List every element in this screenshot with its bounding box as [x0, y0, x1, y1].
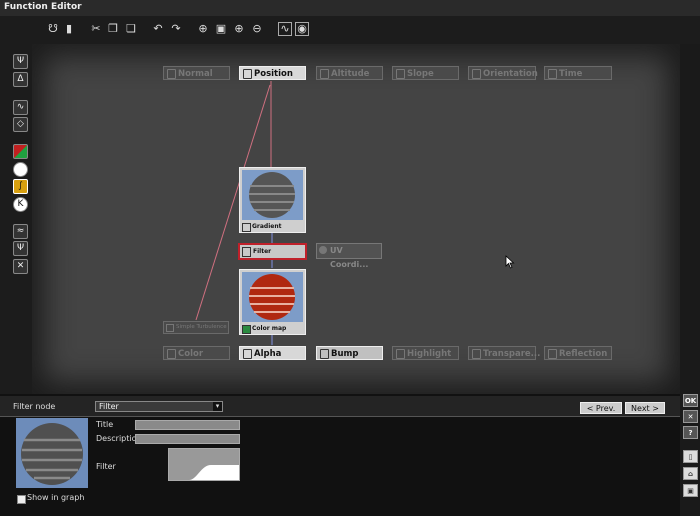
node-type-dropdown[interactable]: Filter ▾ [95, 401, 223, 412]
close-button[interactable]: ✕ [683, 410, 698, 423]
input-slot-orientation[interactable]: Orientation [468, 66, 538, 80]
right-button-bar: OK ✕ ? ▯ ⌂ ▣ [680, 394, 700, 516]
simple-turbulence-node[interactable]: Simple Turbulence [163, 321, 229, 334]
gradient-node-label: Gradient [242, 223, 282, 232]
mouse-cursor-icon [505, 255, 515, 269]
title-label: Title [96, 420, 114, 429]
ok-button[interactable]: OK [683, 394, 698, 407]
color-map-node[interactable]: Color map [239, 269, 306, 335]
input-slot-position[interactable]: Position [239, 66, 306, 80]
input-slot-time[interactable]: Time [544, 66, 612, 80]
open-folder-icon[interactable]: ⌂ [683, 467, 698, 480]
description-field[interactable] [135, 434, 240, 444]
node-preview-sphere [21, 423, 83, 485]
filter-label: Filter [96, 462, 116, 471]
color-map-node-label: Color map [242, 325, 286, 334]
help-button[interactable]: ? [683, 426, 698, 439]
color-map-preview [242, 272, 303, 322]
gradient-preview [242, 170, 303, 220]
panel-header: Filter node Filter ▾ < Prev. Next > [0, 396, 680, 417]
prev-button[interactable]: < Prev. [580, 402, 622, 414]
gradient-node[interactable]: Gradient [239, 167, 306, 233]
filter-curve [169, 449, 239, 480]
node-properties-panel: Filter node Filter ▾ < Prev. Next > Titl… [0, 394, 680, 516]
output-slot-bump[interactable]: Bump [316, 346, 383, 360]
output-slot-alpha[interactable]: Alpha [239, 346, 306, 360]
output-slot-highlight[interactable]: Highlight [392, 346, 459, 360]
filter-curve-editor[interactable] [168, 448, 240, 481]
input-slot-altitude[interactable]: Altitude [316, 66, 383, 80]
chevron-down-icon[interactable]: ▾ [213, 402, 222, 411]
output-slot-color[interactable]: Color [163, 346, 230, 360]
show-in-graph-label: Show in graph [27, 493, 85, 502]
panel-label: Filter node [13, 402, 56, 411]
gradient-sphere [242, 170, 303, 220]
show-in-graph-checkbox[interactable] [17, 495, 26, 504]
output-slot-transparency[interactable]: Transpare... [468, 346, 540, 360]
node-type-value: Filter [99, 402, 119, 411]
next-button[interactable]: Next > [625, 402, 665, 414]
node-preview [16, 418, 88, 488]
save-disk-icon[interactable]: ▣ [683, 484, 698, 497]
new-document-icon[interactable]: ▯ [683, 450, 698, 463]
input-slot-normal[interactable]: Normal [163, 66, 230, 80]
filter-node[interactable]: Filter [238, 243, 307, 260]
uv-coordinates-node[interactable]: UV Coordi... [316, 243, 382, 269]
title-field[interactable] [135, 420, 240, 430]
output-slot-reflection[interactable]: Reflection [544, 346, 612, 360]
color-map-sphere [242, 272, 303, 322]
input-slot-slope[interactable]: Slope [392, 66, 459, 80]
